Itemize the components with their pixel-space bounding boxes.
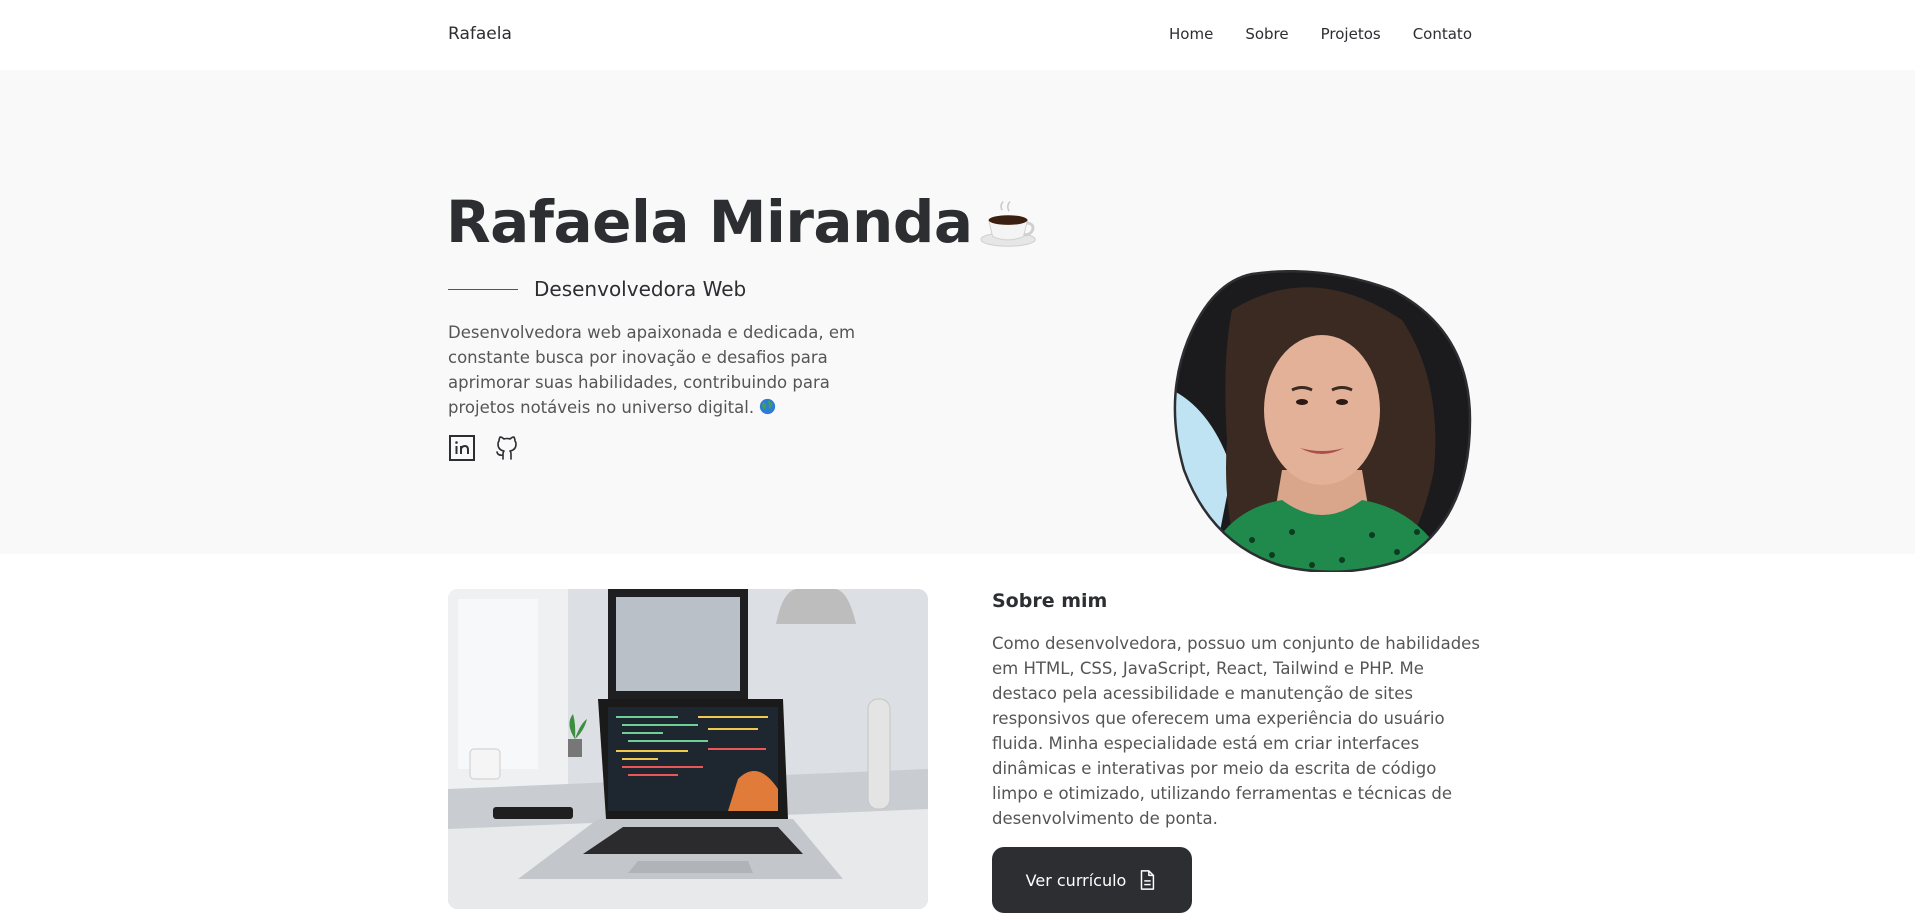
hero-role: Desenvolvedora Web: [534, 277, 747, 301]
profile-photo: [1173, 270, 1472, 572]
about-title: Sobre mim: [992, 590, 1108, 612]
hero-description-text: Desenvolvedora web apaixonada e dedicada…: [448, 323, 856, 417]
hero-title: Rafaela Miranda: [446, 188, 1041, 256]
brand-logo[interactable]: Rafaela: [448, 24, 512, 44]
about-text: Como desenvolvedora, possuo um conjunto …: [992, 634, 1480, 828]
document-icon: [1141, 870, 1155, 890]
nav-links: Home Sobre Projetos Contato: [1169, 25, 1472, 43]
linkedin-icon[interactable]: [448, 434, 476, 462]
nav-link-projetos[interactable]: Projetos: [1321, 25, 1381, 43]
social-links: [448, 434, 521, 462]
view-resume-button[interactable]: Ver currículo: [992, 847, 1192, 913]
coffee-icon: [979, 201, 1036, 247]
hero-subtitle-row: Desenvolvedora Web: [448, 277, 746, 301]
nav-link-contato[interactable]: Contato: [1413, 25, 1472, 43]
about-image-laptop: [448, 589, 928, 909]
hero-description: Desenvolvedora web apaixonada e dedicada…: [448, 320, 868, 420]
github-icon[interactable]: [493, 434, 521, 462]
view-resume-label: Ver currículo: [1025, 870, 1127, 890]
hero-section: Rafaela Miranda Desenvolvedora Web Desen…: [0, 70, 1915, 572]
nav-link-home[interactable]: Home: [1169, 25, 1213, 43]
nav-link-sobre[interactable]: Sobre: [1245, 25, 1288, 43]
hero-name: Rafaela Miranda: [446, 188, 973, 256]
globe-icon: [760, 398, 776, 415]
top-nav: Rafaela Home Sobre Projetos Contato: [0, 0, 1915, 70]
subtitle-divider: [448, 288, 518, 290]
